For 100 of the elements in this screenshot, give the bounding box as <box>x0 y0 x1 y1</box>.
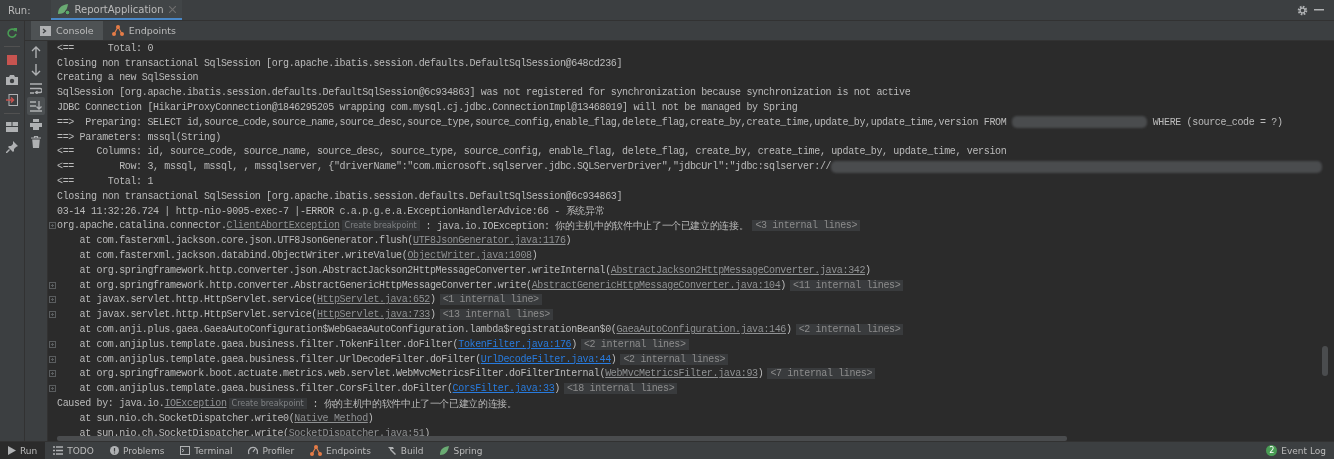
rerun-icon <box>6 27 18 39</box>
internal-lines-fold[interactable]: <1 internal line> <box>439 294 542 306</box>
log-text: ) <box>780 279 786 291</box>
console-tab[interactable]: Endpoints <box>102 21 185 40</box>
log-text: Closing non transactional SqlSession [org.apache.ibatis.session.defaults.DefaultSqlSession@648cd236] <box>57 57 623 69</box>
internal-lines-fold[interactable]: <2 internal lines> <box>620 353 729 365</box>
tool-window-button[interactable]: Endpoints <box>302 442 379 459</box>
toolbar-button[interactable] <box>3 138 21 156</box>
console-icon <box>40 25 51 36</box>
endpoints-icon <box>310 445 323 456</box>
notification-badge: 2 <box>1266 445 1278 456</box>
expand-icon[interactable] <box>48 311 56 319</box>
log-text: ) <box>531 250 538 262</box>
create-breakpoint-link[interactable]: Create breakpoint <box>228 398 307 409</box>
log-text: ==> Preparing: SELECT id,source_code,source_name,source_desc,source_type,source_config,enable_flag,delete_flag,create_by,create_time,update_by,update_time,version FROM <box>57 116 1008 128</box>
exit-icon <box>6 94 18 106</box>
stack-trace-link[interactable]: GaeaAutoConfiguration.java:146 <box>616 324 786 336</box>
log-text: at sun.nio.ch.SocketDispatcher.write0( <box>78 412 295 424</box>
log-text: ) <box>757 368 764 380</box>
expand-icon[interactable] <box>48 222 56 230</box>
event-log-button[interactable]: 2 Event Log <box>1258 442 1334 459</box>
up-arrow-icon <box>31 46 41 58</box>
tool-window-button[interactable]: Build <box>378 442 432 459</box>
toolbar-button[interactable] <box>3 91 21 109</box>
log-text: at javax.servlet.http.HttpServlet.service( <box>78 309 317 321</box>
vertical-scrollbar[interactable] <box>1322 346 1328 376</box>
minimize-icon[interactable] <box>1314 9 1324 11</box>
internal-lines-fold[interactable]: <11 internal lines> <box>790 279 904 291</box>
endpoints-icon <box>111 25 124 36</box>
log-text: SqlSession [org.apache.ibatis.session.defaults.DefaultSqlSession@6c934863] was not registered for synchronization because synchronization is not active <box>57 87 911 99</box>
log-text: at com.anjiplus.template.gaea.business.filter.UrlDecodeFilter.doFilter( <box>78 353 481 365</box>
stack-trace-link[interactable]: AbstractGenericHttpMessageConverter.java:104 <box>531 279 781 291</box>
log-text: at com.anjiplus.template.gaea.business.filter.CorsFilter.doFilter( <box>78 383 453 395</box>
log-text: at org.springframework.http.converter.AbstractGenericHttpMessageConverter.write( <box>78 279 532 291</box>
stack-trace-link[interactable]: AbstractJackson2HttpMessageConverter.java:342 <box>610 264 866 276</box>
log-text: at sun.nio.ch.SocketDispatcher.write( <box>78 427 289 439</box>
log-text: <== Row: 3, mssql, mssql, , mssqlserver, {"driverName":"com.microsoft.sqlserver.jdbc.SQLServerDriver","jdbcUrl":"jdbc:sqlserver:// <box>57 161 832 173</box>
horizontal-scrollbar[interactable] <box>57 436 1067 441</box>
down-arrow-icon <box>31 64 41 76</box>
tool-window-button[interactable]: Problems <box>101 442 173 459</box>
spring-boot-icon <box>56 3 70 15</box>
log-text: at com.fasterxml.jackson.databind.ObjectWriter.writeValue( <box>78 250 408 262</box>
tool-window-button[interactable]: Spring <box>431 442 491 459</box>
log-text: JDBC Connection [HikariProxyConnection@1846295205 wrapping com.mysql.cj.jdbc.ConnectionImpl@13468019] will not be managed by Spring <box>57 102 798 114</box>
log-text: <== Total: 0 <box>57 42 154 54</box>
log-text: ) <box>571 338 577 350</box>
internal-lines-fold[interactable]: <3 internal lines> <box>752 220 861 232</box>
expand-icon[interactable] <box>48 385 56 393</box>
console-tab[interactable]: Console <box>31 21 103 40</box>
internal-lines-fold[interactable]: <2 internal lines> <box>795 324 904 336</box>
expand-icon[interactable] <box>48 281 56 289</box>
source-link[interactable]: TokenFilter.java:176 <box>458 338 572 350</box>
log-text: at org.springframework.http.converter.json.AbstractJackson2HttpMessageConverter.writeInternal( <box>78 264 611 276</box>
log-text: ) <box>610 353 617 365</box>
run-label: Run: <box>8 4 31 16</box>
stack-trace-link[interactable]: Native Method <box>294 412 368 424</box>
expand-icon[interactable] <box>48 340 56 348</box>
internal-lines-fold[interactable]: <13 internal lines> <box>439 309 553 321</box>
internal-lines-fold[interactable]: <7 internal lines> <box>767 368 876 380</box>
tool-window-button[interactable]: Terminal <box>172 442 241 459</box>
log-text: ) <box>430 309 436 321</box>
log-text: at org.springframework.boot.actuate.metrics.web.servlet.WebMvcMetricsFilter.doFilterInternal( <box>78 368 606 380</box>
source-link[interactable]: UrlDecodeFilter.java:44 <box>480 353 611 365</box>
log-text: ) <box>554 383 560 395</box>
hammer-icon <box>386 446 397 455</box>
leaf-icon <box>439 446 450 455</box>
print-icon <box>30 118 42 130</box>
stack-trace-link[interactable]: HttpServlet.java:733 <box>316 309 430 321</box>
toolbar-button[interactable] <box>27 97 45 115</box>
log-text: : java.io.IOException: 你的主机中的软件中止了一个已建立的连接。 <box>424 219 749 233</box>
stack-trace-link[interactable]: UTF8JsonGenerator.java:1176 <box>413 235 566 247</box>
expand-icon[interactable] <box>48 370 56 378</box>
log-text: WHERE (source_code = ?) <box>1151 116 1283 128</box>
gauge-icon <box>248 446 259 455</box>
internal-lines-fold[interactable]: <2 internal lines> <box>580 338 689 350</box>
create-breakpoint-link[interactable]: Create breakpoint <box>341 220 420 232</box>
internal-lines-fold[interactable]: <18 internal lines> <box>563 383 678 395</box>
tool-window-button[interactable]: Run <box>0 442 46 459</box>
run-configuration-tab[interactable]: ReportApplication <box>50 0 182 20</box>
list-icon <box>53 446 64 455</box>
log-text: ) <box>367 412 374 424</box>
close-icon[interactable] <box>168 5 176 13</box>
info-icon <box>109 446 119 455</box>
expand-icon[interactable] <box>48 355 56 363</box>
stack-trace-link[interactable]: ClientAbortException <box>226 220 340 232</box>
tool-window-button[interactable]: Profiler <box>240 442 303 459</box>
source-link[interactable]: CorsFilter.java:33 <box>452 383 555 395</box>
stack-trace-link[interactable]: WebMvcMetricsFilter.java:93 <box>605 368 758 380</box>
stack-trace-link[interactable]: ObjectWriter.java:1008 <box>407 250 532 262</box>
log-text: at javax.servlet.http.HttpServlet.service( <box>78 294 317 306</box>
terminal-icon <box>180 446 191 455</box>
stack-trace-link[interactable]: HttpServlet.java:652 <box>316 294 430 306</box>
expand-icon[interactable] <box>48 296 56 304</box>
stack-trace-link[interactable]: IOException <box>164 398 227 409</box>
tool-window-button[interactable]: TODO <box>45 442 102 459</box>
settings-icon[interactable] <box>1297 4 1308 16</box>
log-text: Creating a new SqlSession <box>57 72 199 84</box>
log-text: Closing non transactional SqlSession [org.apache.ibatis.session.defaults.DefaultSqlSession@6c934863] <box>57 190 623 202</box>
log-text: org.apache.catalina.connector. <box>57 220 227 232</box>
stack-trace-link[interactable]: SocketDispatcher.java:51 <box>288 427 425 439</box>
